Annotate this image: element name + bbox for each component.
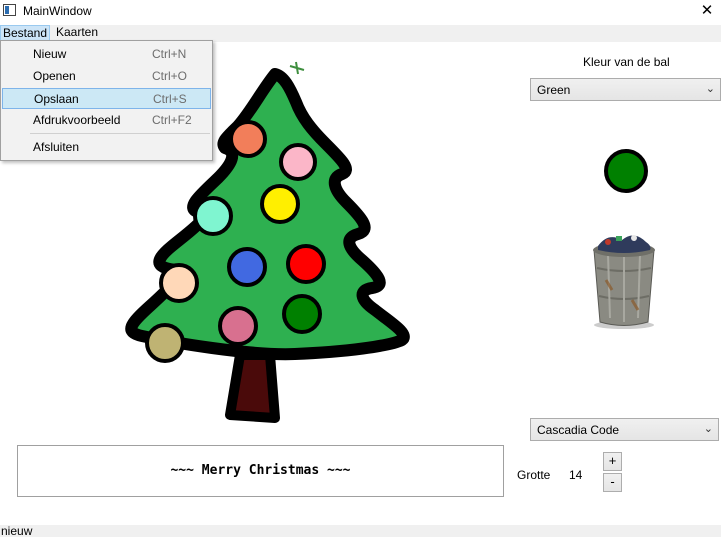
greeting-text: ~~~ Merry Christmas ~~~ — [170, 463, 351, 478]
close-button[interactable]: ✕ — [693, 0, 721, 22]
font-size-label: Grotte — [517, 468, 551, 482]
tree-star — [289, 61, 305, 75]
menu-item-label: Afsluiten — [33, 140, 80, 154]
menu-item-afdrukvoorbeeld[interactable]: Afdrukvoorbeeld Ctrl+F2 — [2, 110, 211, 131]
font-family-value: Cascadia Code — [537, 423, 620, 437]
chevron-down-icon: ⌄ — [705, 83, 715, 95]
window-title: MainWindow — [23, 4, 92, 18]
font-size-value: 14 — [569, 468, 583, 482]
ornament-ball — [193, 196, 233, 236]
ornament-ball — [279, 143, 317, 181]
ornament-ball — [229, 120, 267, 158]
status-bar: nieuw — [0, 524, 721, 538]
ornament-ball — [145, 323, 185, 363]
font-size-decrease-button[interactable]: - — [603, 473, 622, 492]
ornament-ball — [159, 263, 199, 303]
menu-item-label: Opslaan — [34, 92, 79, 106]
ball-preview[interactable] — [604, 149, 648, 193]
menu-item-shortcut: Ctrl+N — [152, 47, 187, 61]
status-text: nieuw — [1, 524, 33, 538]
menu-item-label: Afdrukvoorbeeld — [33, 113, 121, 127]
font-size-increase-button[interactable]: + — [603, 452, 622, 471]
ornament-ball — [227, 247, 267, 287]
ornament-ball — [286, 244, 326, 284]
ball-color-value: Green — [537, 83, 571, 97]
menu-item-openen[interactable]: Openen Ctrl+O — [2, 66, 211, 87]
file-menu-dropdown: Nieuw Ctrl+N Openen Ctrl+O Opslaan Ctrl+… — [0, 40, 213, 161]
menu-item-nieuw[interactable]: Nieuw Ctrl+N — [2, 44, 211, 65]
menu-item-shortcut: Ctrl+F2 — [152, 113, 192, 127]
menu-item-shortcut: Ctrl+S — [153, 92, 187, 106]
menu-item-afsluiten[interactable]: Afsluiten — [2, 137, 211, 158]
tree-trunk — [225, 350, 280, 423]
ornament-ball — [260, 184, 300, 224]
greeting-textbox[interactable]: ~~~ Merry Christmas ~~~ — [17, 445, 504, 497]
chevron-down-icon: ⌄ — [703, 423, 713, 435]
menu-separator — [30, 133, 210, 134]
menu-item-label: Nieuw — [33, 47, 67, 61]
font-family-select[interactable]: Cascadia Code ⌄ — [530, 418, 719, 441]
menu-item-shortcut: Ctrl+O — [152, 69, 188, 83]
trash-can-icon[interactable] — [588, 230, 660, 333]
ball-color-select[interactable]: Green ⌄ — [530, 78, 721, 101]
ornament-ball — [218, 306, 258, 346]
ornament-ball — [282, 294, 322, 334]
ball-color-label: Kleur van de bal — [583, 55, 670, 69]
menu-item-label: Openen — [33, 69, 76, 83]
title-bar: MainWindow ✕ — [0, 0, 721, 22]
window-icon — [3, 4, 16, 16]
menu-item-opslaan[interactable]: Opslaan Ctrl+S — [2, 88, 211, 109]
